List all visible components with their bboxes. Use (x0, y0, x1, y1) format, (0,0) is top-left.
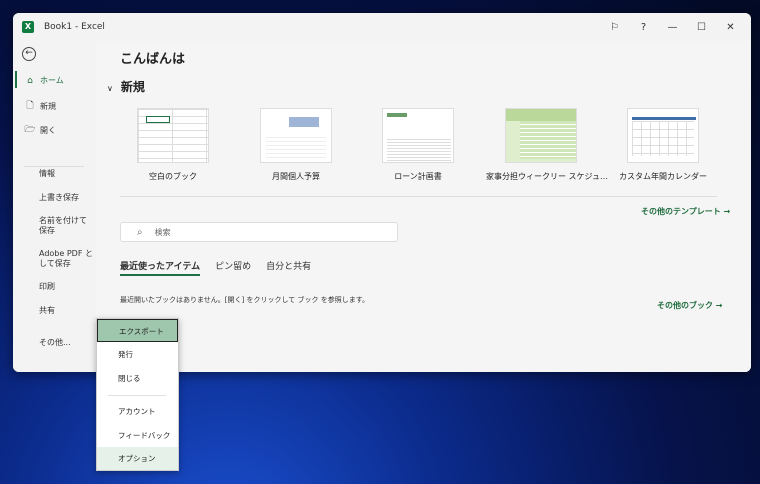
sidebar-item-new[interactable]: 🗋 新規 (13, 98, 96, 114)
template-budget[interactable]: 月間個人予算 (241, 108, 351, 182)
sidebar-item-print[interactable]: 印刷 (39, 282, 94, 292)
search-input[interactable]: ⌕ 検索 (120, 222, 398, 242)
window-title: Book1 - Excel (44, 22, 105, 32)
search-icon: ⌕ (137, 226, 143, 238)
template-label: 空白のブック (149, 172, 197, 181)
maximize-button[interactable]: ☐ (687, 22, 716, 33)
menu-item-publish[interactable]: 発行 (97, 343, 178, 366)
template-label: 月間個人予算 (272, 172, 320, 181)
template-chores[interactable]: 家事分担ウィークリー スケジュ… (486, 108, 608, 182)
template-thumbnail (260, 108, 332, 163)
template-thumbnail (382, 108, 454, 163)
sidebar-item-label: 新規 (40, 101, 56, 111)
folder-icon: 🗁 (24, 125, 36, 135)
excel-icon: X (22, 21, 34, 33)
feedback-icon[interactable]: ⚐ (600, 22, 629, 33)
sidebar-item-share[interactable]: 共有 (39, 306, 94, 316)
menu-item-options[interactable]: オプション (97, 447, 178, 470)
title-bar: X Book1 - Excel ⚐ ? — ☐ ✕ (13, 13, 751, 41)
sidebar-item-home[interactable]: ⌂ ホーム (13, 71, 96, 88)
tab-pinned[interactable]: ピン留め (215, 259, 251, 276)
template-thumbnail (627, 108, 699, 163)
template-thumbnail (505, 108, 577, 163)
search-placeholder: 検索 (154, 227, 171, 237)
template-calendar[interactable]: カスタム年間カレンダー (608, 108, 718, 182)
menu-item-export[interactable]: エクスポート (97, 319, 178, 342)
main-area: こんばんは ∨ 新規 空白のブック 月間個人予算 ローン計画書 家事分担ウィークリ… (96, 41, 751, 372)
divider (24, 166, 84, 167)
empty-message: 最近開いたブックはありません。[開く] をクリックして ブック を参照します。 (120, 296, 370, 304)
sidebar-item-label: ホーム (40, 76, 64, 85)
new-heading: 新規 (120, 80, 145, 94)
sidebar-item-save[interactable]: 上書き保存 (39, 193, 94, 203)
greeting: こんばんは (120, 52, 186, 67)
divider (120, 196, 717, 197)
minimize-button[interactable]: — (658, 22, 687, 33)
close-button[interactable]: ✕ (716, 22, 745, 33)
template-blank[interactable]: 空白のブック (118, 108, 228, 182)
menu-item-close[interactable]: 閉じる (97, 367, 178, 390)
template-label: 家事分担ウィークリー スケジュ… (486, 172, 608, 181)
template-label: カスタム年間カレンダー (619, 172, 707, 181)
new-section-toggle[interactable]: ∨ 新規 (107, 78, 145, 95)
menu-item-account[interactable]: アカウント (97, 400, 178, 423)
chevron-down-icon: ∨ (107, 84, 113, 93)
file-icon: 🗋 (26, 101, 34, 111)
more-books-link[interactable]: その他のブック → (657, 300, 723, 311)
sidebar-item-open[interactable]: 🗁 開く (13, 122, 96, 138)
template-label: ローン計画書 (394, 172, 442, 181)
sidebar: ← ⌂ ホーム 🗋 新規 🗁 開く 情報 上書き保存 名前を付けて保存 Adobe P… (13, 41, 96, 372)
more-templates-link[interactable]: その他のテンプレート → (641, 206, 730, 217)
help-icon[interactable]: ? (629, 22, 658, 33)
more-menu: エクスポート 発行 閉じる アカウント フィードバック オプション (96, 318, 179, 471)
home-icon: ⌂ (27, 75, 33, 86)
tab-recent[interactable]: 最近使ったアイテム (120, 259, 201, 276)
menu-divider (108, 395, 166, 396)
menu-item-feedback[interactable]: フィードバック (97, 424, 178, 447)
template-loan[interactable]: ローン計画書 (363, 108, 473, 182)
sidebar-item-save-as[interactable]: 名前を付けて保存 (39, 216, 94, 236)
sidebar-item-more[interactable]: その他... (39, 338, 94, 348)
template-thumbnail (137, 108, 209, 163)
sidebar-item-info[interactable]: 情報 (39, 169, 94, 179)
tab-shared[interactable]: 自分と共有 (266, 259, 311, 276)
back-button[interactable]: ← (22, 47, 36, 61)
sidebar-item-label: 開く (40, 125, 56, 135)
sidebar-item-save-pdf[interactable]: Adobe PDF として保存 (39, 249, 94, 269)
